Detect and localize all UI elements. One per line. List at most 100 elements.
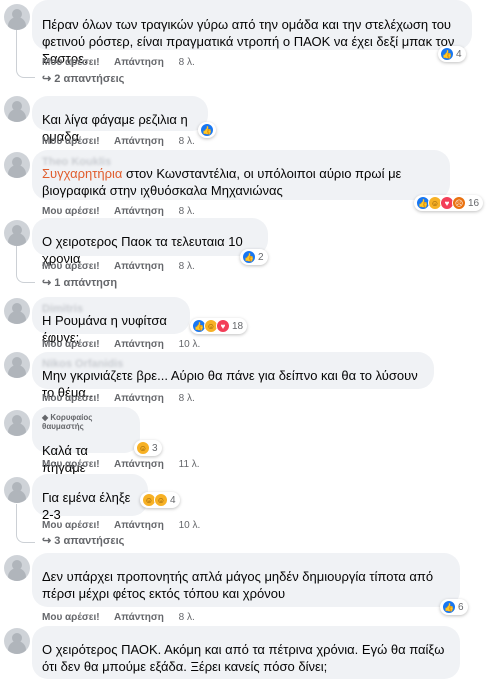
view-replies-link[interactable]: ↪ 2 απαντήσεις <box>42 72 124 85</box>
haha-icon: ☺ <box>154 493 168 507</box>
avatar[interactable] <box>4 4 30 30</box>
comment-actions: Μου αρέσει! Απάντηση 8 λ. <box>42 612 207 623</box>
reply-button[interactable]: Απάντηση <box>114 57 164 68</box>
comment-text: Δεν υπάρχει προπονητής απλά μάγος μηδέν … <box>42 569 434 601</box>
angry-icon: ☹ <box>452 196 466 210</box>
reaction-summary[interactable]: 👍 ☺ ♥ 18 <box>190 318 248 334</box>
like-button[interactable]: Μου αρέσει! <box>42 612 100 623</box>
reaction-count: 18 <box>232 320 244 332</box>
comment-bubble: Πέραν όλων των τραγικών γύρω από την ομά… <box>32 0 472 66</box>
comment-actions: Μου αρέσει! Απάντηση 8 λ. <box>42 136 207 147</box>
commenter-name[interactable] <box>42 433 128 442</box>
reaction-count: 6 <box>458 601 464 613</box>
reply-arrow-icon: ↪ <box>42 535 52 547</box>
timestamp[interactable]: 10 λ. <box>179 520 201 531</box>
like-button[interactable]: Μου αρέσει! <box>42 520 100 531</box>
comment-bubble: Nikos Orfanidis Μην γκρινιάζετε βρε... Α… <box>32 352 434 400</box>
avatar[interactable] <box>4 352 30 378</box>
comment-actions: Μου αρέσει! Απάντηση 8 λ. <box>42 57 207 68</box>
comment-bubble: Theo Kouklis Συγχαρητήρια στον Κωνσταντέ… <box>32 150 450 200</box>
diamond-icon: ◆ <box>42 413 49 422</box>
comment-text: Συγχαρητήρια στον Κωνσταντέλια, οι υπόλο… <box>42 166 402 198</box>
comment-bubble: Ο χειροτερος Παοκ τα τελευταια 10 χρονια <box>32 218 268 266</box>
view-replies-link[interactable]: ↪ 1 απάντηση <box>42 276 117 289</box>
reply-button[interactable]: Απάντηση <box>114 459 164 470</box>
comment-actions: Μου αρέσει! Απάντηση 10 λ. <box>42 520 212 531</box>
reply-arrow-icon: ↪ <box>42 73 52 85</box>
reaction-summary[interactable]: 👍 4 <box>438 46 466 62</box>
thread-line <box>16 504 35 543</box>
avatar[interactable] <box>4 220 30 246</box>
comment-bubble: ◆ Κορυφαίος θαυμαστής Καλά τα πήγαμε <box>32 407 140 475</box>
reaction-summary[interactable]: 👍 6 <box>440 599 468 615</box>
top-fan-badge: ◆ Κορυφαίος θαυμαστής <box>42 413 93 431</box>
comment-bubble: Δεν υπάρχει προπονητής απλά μάγος μηδέν … <box>32 553 460 607</box>
haha-icon: ☺ <box>136 441 150 455</box>
timestamp[interactable]: 11 λ. <box>179 459 200 470</box>
commenter-name[interactable]: Theo Kouklis <box>42 156 438 165</box>
avatar[interactable] <box>4 152 30 178</box>
reaction-summary[interactable]: 👍 2 <box>240 249 268 265</box>
reaction-summary[interactable]: ☺ ☺ 4 <box>140 492 180 508</box>
timestamp[interactable]: 8 λ. <box>179 261 195 272</box>
like-button[interactable]: Μου αρέσει! <box>42 261 100 272</box>
reaction-count: 3 <box>152 442 158 454</box>
commenter-name[interactable] <box>42 102 196 111</box>
comment-actions: Μου αρέσει! Απάντηση 8 λ. <box>42 206 207 217</box>
reaction-summary[interactable]: ☺ 3 <box>134 440 162 456</box>
comment-bubble: Για εμένα έληξε 2-3 <box>32 474 148 522</box>
thread-line <box>16 30 35 78</box>
commenter-name[interactable] <box>42 559 448 568</box>
reply-button[interactable]: Απάντηση <box>114 206 164 217</box>
avatar[interactable] <box>4 477 30 503</box>
like-button[interactable]: Μου αρέσει! <box>42 136 100 147</box>
avatar[interactable] <box>4 96 30 122</box>
commenter-name[interactable]: Dimitris <box>42 303 178 312</box>
avatar[interactable] <box>4 410 30 436</box>
comment-bubble: Dimitris Η Ρουμάνα η νυφίτσα έφυγε; <box>32 297 190 345</box>
reply-button[interactable]: Απάντηση <box>114 393 164 404</box>
avatar[interactable] <box>4 298 30 324</box>
like-button[interactable]: Μου αρέσει! <box>42 459 100 470</box>
timestamp[interactable]: 8 λ. <box>179 206 195 217</box>
reaction-count: 4 <box>456 48 462 60</box>
reply-button[interactable]: Απάντηση <box>114 612 164 623</box>
timestamp[interactable]: 10 λ. <box>179 339 201 350</box>
commenter-name[interactable] <box>42 224 256 233</box>
timestamp[interactable]: 8 λ. <box>179 136 195 147</box>
commenter-name[interactable] <box>42 632 448 641</box>
reaction-count: 4 <box>170 494 176 506</box>
view-replies-link[interactable]: ↪ 3 απαντήσεις <box>42 534 124 547</box>
avatar[interactable] <box>4 555 30 581</box>
reply-button[interactable]: Απάντηση <box>114 261 164 272</box>
comment-actions: Μου αρέσει! Απάντηση 8 λ. <box>42 261 207 272</box>
comment-text: Για εμένα έληξε 2-3 <box>42 490 131 522</box>
reply-button[interactable]: Απάντηση <box>114 339 164 350</box>
avatar[interactable] <box>4 628 30 654</box>
comment-bubble: Και λίγα φάγαμε ρεζιλια η ομαδα <box>32 96 208 144</box>
love-icon: ♥ <box>216 319 230 333</box>
like-icon: 👍 <box>242 250 256 264</box>
like-icon: 👍 <box>440 47 454 61</box>
like-button[interactable]: Μου αρέσει! <box>42 206 100 217</box>
reaction-summary[interactable]: 👍 ☺ ♥ ☹ 16 <box>414 195 484 211</box>
reaction-count: 2 <box>258 251 264 263</box>
like-button[interactable]: Μου αρέσει! <box>42 57 100 68</box>
commenter-name[interactable]: Nikos Orfanidis <box>42 358 422 367</box>
like-button[interactable]: Μου αρέσει! <box>42 339 100 350</box>
commenter-name[interactable] <box>42 480 136 489</box>
timestamp[interactable]: 8 λ. <box>179 393 195 404</box>
comment-text: Ο χειρότερος ΠΑΟΚ. Ακόμη και από τα πέτρ… <box>42 642 445 674</box>
like-icon: 👍 <box>442 600 456 614</box>
comment-bubble: Ο χειρότερος ΠΑΟΚ. Ακόμη και από τα πέτρ… <box>32 626 460 679</box>
comment-actions: Μου αρέσει! Απάντηση 8 λ. <box>42 393 207 404</box>
highlighted-text: Συγχαρητήρια <box>42 166 123 181</box>
reply-button[interactable]: Απάντηση <box>114 520 164 531</box>
reaction-count: 16 <box>468 197 480 209</box>
like-button[interactable]: Μου αρέσει! <box>42 393 100 404</box>
like-icon: 👍 <box>200 123 214 137</box>
timestamp[interactable]: 8 λ. <box>179 57 195 68</box>
timestamp[interactable]: 8 λ. <box>179 612 195 623</box>
reply-button[interactable]: Απάντηση <box>114 136 164 147</box>
thread-line <box>16 246 35 283</box>
